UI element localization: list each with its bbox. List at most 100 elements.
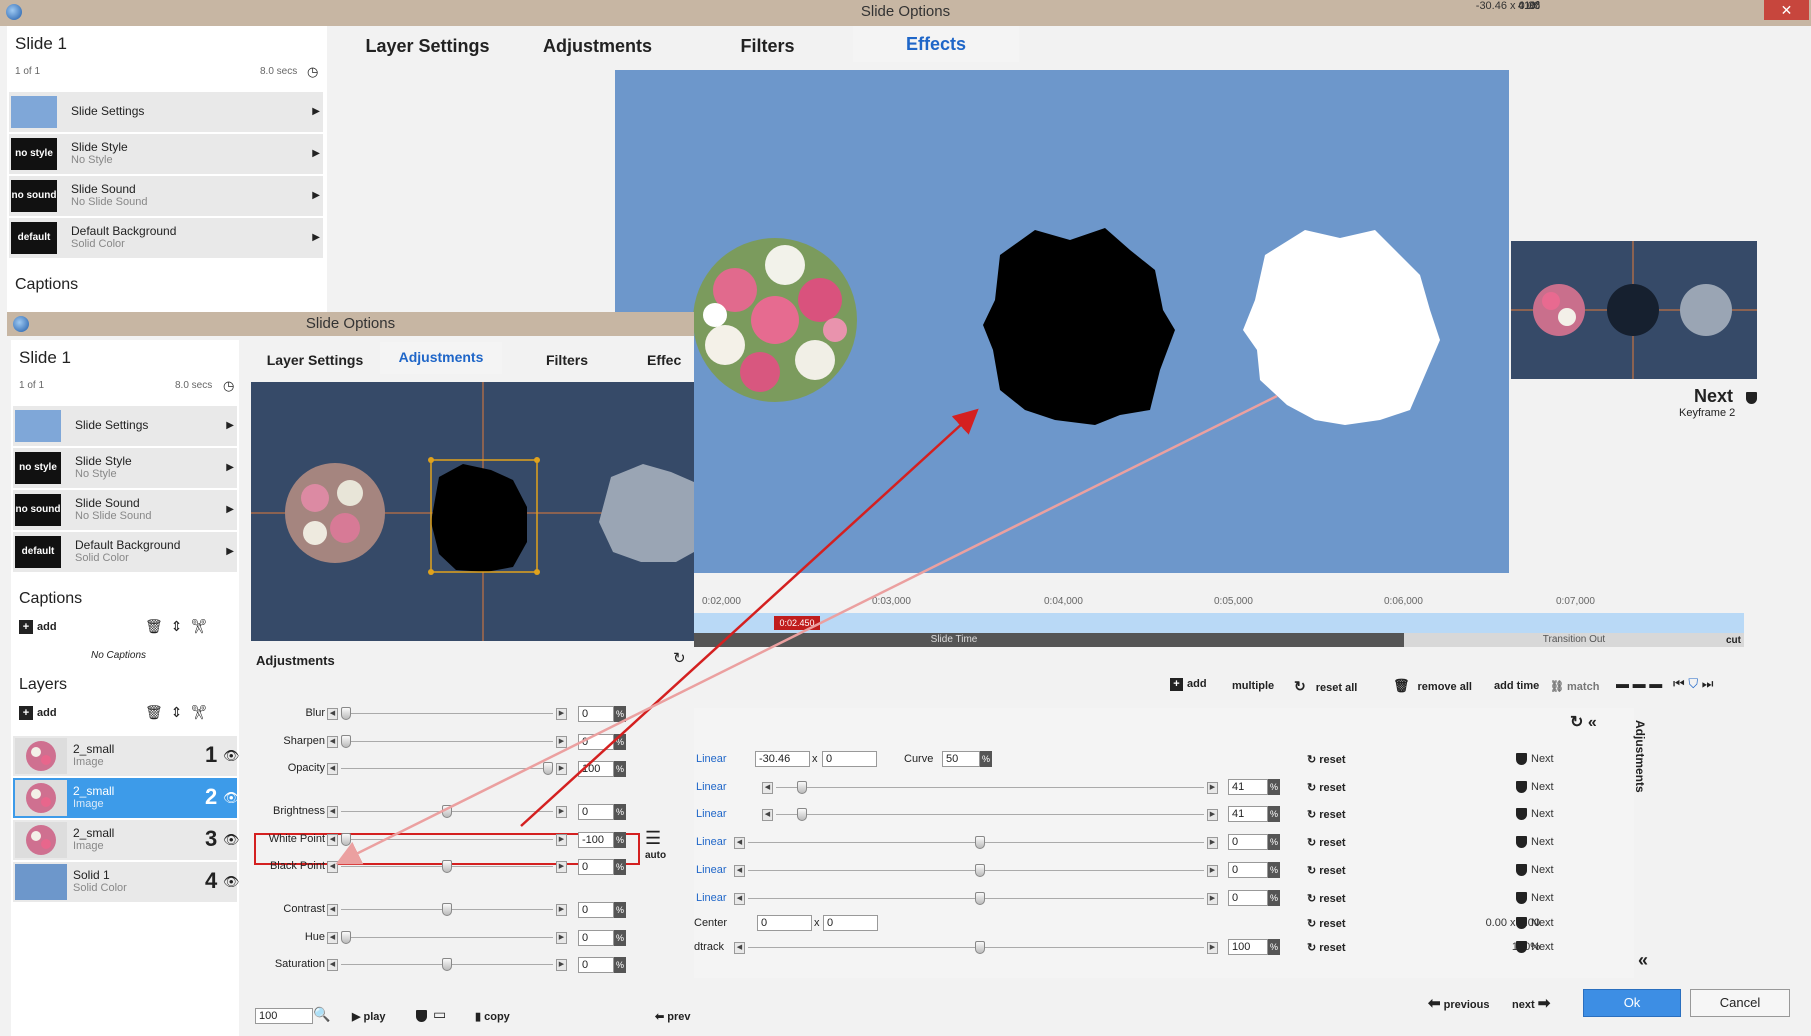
play-button[interactable]: ▶ play — [352, 1010, 386, 1023]
adjustment-slider[interactable]: ◀ ▶ — [327, 762, 567, 775]
adjustment-slider[interactable]: ◀ ▶ — [327, 860, 567, 873]
slider-knob[interactable] — [442, 903, 452, 916]
effect-slider[interactable]: ◀ ▶ — [762, 808, 1218, 821]
layer-tools[interactable]: 🗑 ⇕ ✂ — [145, 704, 208, 721]
dtrack-slider[interactable]: ◀ ▶ — [734, 941, 1218, 954]
playhead-marker[interactable]: 0:02.450 — [774, 616, 820, 630]
slider-knob[interactable] — [543, 762, 553, 775]
slider-knob[interactable] — [975, 892, 985, 905]
position-x-input[interactable]: -30.46 — [755, 751, 810, 767]
tab-effects[interactable]: Effects — [853, 26, 1019, 62]
tab-adjustments[interactable]: Adjustments — [515, 36, 680, 57]
adjustment-slider[interactable]: ◀ ▶ — [327, 903, 567, 916]
effect-value[interactable]: 41 — [1228, 806, 1268, 822]
effect-next[interactable]: Next — [1512, 864, 1554, 877]
effect-next[interactable]: Next — [1512, 753, 1554, 766]
adjustment-slider[interactable]: ◀ ▶ — [327, 931, 567, 944]
position-y-input[interactable]: 0 — [822, 751, 877, 767]
reset-button[interactable]: ↻ reset — [1307, 781, 1346, 794]
slider-knob[interactable] — [797, 808, 808, 821]
tab-filters[interactable]: Filters — [507, 352, 627, 368]
back-row-background[interactable]: default Default Background Solid Color ▶ — [9, 218, 323, 258]
caption-tools[interactable]: 🗑 ⇕ ✂ — [145, 618, 208, 635]
slider-knob[interactable] — [341, 735, 351, 748]
effect-slider[interactable]: ◀ ▶ — [762, 781, 1218, 794]
copy-button[interactable]: ▮ copy — [475, 1010, 510, 1023]
dtrack-value[interactable]: 100 — [1228, 939, 1268, 955]
layer-row-selected[interactable]: 2_small Image 2 👁 — [13, 778, 240, 818]
back-row-slide-style[interactable]: no style Slide Style No Style ▶ — [9, 134, 323, 174]
previous-button[interactable]: ⬅ previous — [1428, 994, 1490, 1012]
effect-value[interactable]: 0 — [1228, 862, 1268, 878]
add-time-button[interactable]: add time — [1494, 680, 1539, 692]
back-row-slide-settings[interactable]: Slide Settings ▶ — [9, 92, 323, 132]
adjustment-value[interactable]: 0 — [578, 859, 614, 875]
front-row-slide-settings[interactable]: Slide Settings ▶ — [13, 406, 237, 446]
effect-next[interactable]: Next — [1512, 808, 1554, 821]
slider-knob[interactable] — [975, 864, 985, 877]
adjustment-slider[interactable]: ◀ ▶ — [327, 707, 567, 720]
adjustment-value[interactable]: 0 — [578, 706, 614, 722]
front-preview-canvas[interactable] — [251, 382, 694, 641]
layer-row[interactable]: 2_small Image 1 👁 — [13, 736, 240, 776]
center-x-input[interactable]: 0 — [757, 915, 812, 931]
interpolation-mode[interactable]: Linear — [696, 753, 727, 765]
slider-knob[interactable] — [442, 805, 452, 818]
timeline[interactable]: 0:02,000 0:03,000 0:04,000 0:05,000 0:06… — [694, 586, 1746, 648]
front-row-background[interactable]: default Default Background Solid Color ▶ — [13, 532, 237, 572]
adjustment-value[interactable]: 0 — [578, 734, 614, 750]
curve-input[interactable]: 50 — [942, 751, 980, 767]
reset-button[interactable]: ↻ reset — [1307, 941, 1346, 954]
front-row-slide-style[interactable]: no style Slide Style No Style ▶ — [13, 448, 237, 488]
reset-button[interactable]: ↻ reset — [1307, 753, 1346, 766]
slider-knob[interactable] — [341, 707, 351, 720]
effect-slider[interactable]: ◀ ▶ — [734, 892, 1218, 905]
interpolation-mode[interactable]: Linear — [696, 781, 727, 793]
keyframe-marker-icon[interactable] — [412, 1008, 431, 1022]
next-button[interactable]: next ➡ — [1512, 994, 1550, 1012]
ok-button[interactable]: Ok — [1583, 989, 1681, 1017]
next-keyframe-label[interactable]: Next — [1694, 386, 1733, 407]
cut-label[interactable]: cut — [1726, 635, 1741, 646]
close-button[interactable]: ✕ — [1764, 0, 1809, 20]
effect-value[interactable]: 0 — [1228, 890, 1268, 906]
layer-row[interactable]: 2_small Image 3 👁 — [13, 820, 240, 860]
adjustment-value[interactable]: 100 — [578, 761, 614, 777]
multiple-button[interactable]: multiple — [1232, 680, 1274, 692]
effect-next[interactable]: Next — [1512, 781, 1554, 794]
keyframe-nav[interactable]: ▬ ▬ ▬ ⏮ ⛉ ⏭ — [1616, 676, 1713, 692]
slider-knob[interactable] — [341, 833, 351, 846]
remove-all-button[interactable]: 🗑 remove all — [1393, 678, 1472, 694]
front-row-slide-sound[interactable]: no sound Slide Sound No Slide Sound ▶ — [13, 490, 237, 530]
slider-knob[interactable] — [442, 958, 452, 971]
adjustment-value[interactable]: 0 — [578, 930, 614, 946]
adjustment-slider[interactable]: ◀ ▶ — [327, 833, 567, 846]
tab-filters[interactable]: Filters — [685, 36, 850, 57]
effect-value[interactable]: 0 — [1228, 834, 1268, 850]
reset-button[interactable]: ↻ reset — [1307, 836, 1346, 849]
slider-knob[interactable] — [341, 931, 351, 944]
reset-adjustments-icon[interactable]: ↻ — [673, 649, 686, 667]
effect-next[interactable]: Next — [1512, 917, 1554, 930]
tab-effects[interactable]: Effec — [647, 352, 694, 368]
slider-knob[interactable] — [797, 781, 808, 794]
adjustment-value[interactable]: 0 — [578, 902, 614, 918]
reset-button[interactable]: ↻ reset — [1307, 864, 1346, 877]
effect-next[interactable]: Next — [1512, 941, 1554, 954]
panel-reset-icon[interactable]: ↻ « — [1570, 712, 1597, 732]
tab-layer-settings[interactable]: Layer Settings — [255, 352, 375, 368]
eye-icon[interactable]: 👁 — [223, 874, 240, 890]
adjustment-slider[interactable]: ◀ ▶ — [327, 735, 567, 748]
auto-button[interactable]: auto — [645, 850, 666, 861]
tab-adjustments[interactable]: Adjustments — [380, 342, 502, 374]
frame-icon[interactable]: ▭ — [433, 1006, 446, 1023]
zoom-input[interactable]: 100 — [255, 1008, 313, 1024]
adjustments-side-tab[interactable]: Adjustments — [1633, 720, 1647, 793]
slider-knob[interactable] — [975, 836, 985, 849]
center-y-input[interactable]: 0 — [823, 915, 878, 931]
adjustment-slider[interactable]: ◀ ▶ — [327, 958, 567, 971]
collapse-icon[interactable]: « — [1638, 950, 1648, 971]
effect-value[interactable]: 41 — [1228, 779, 1268, 795]
reset-button[interactable]: ↻ reset — [1307, 808, 1346, 821]
adjustment-value[interactable]: 0 — [578, 957, 614, 973]
